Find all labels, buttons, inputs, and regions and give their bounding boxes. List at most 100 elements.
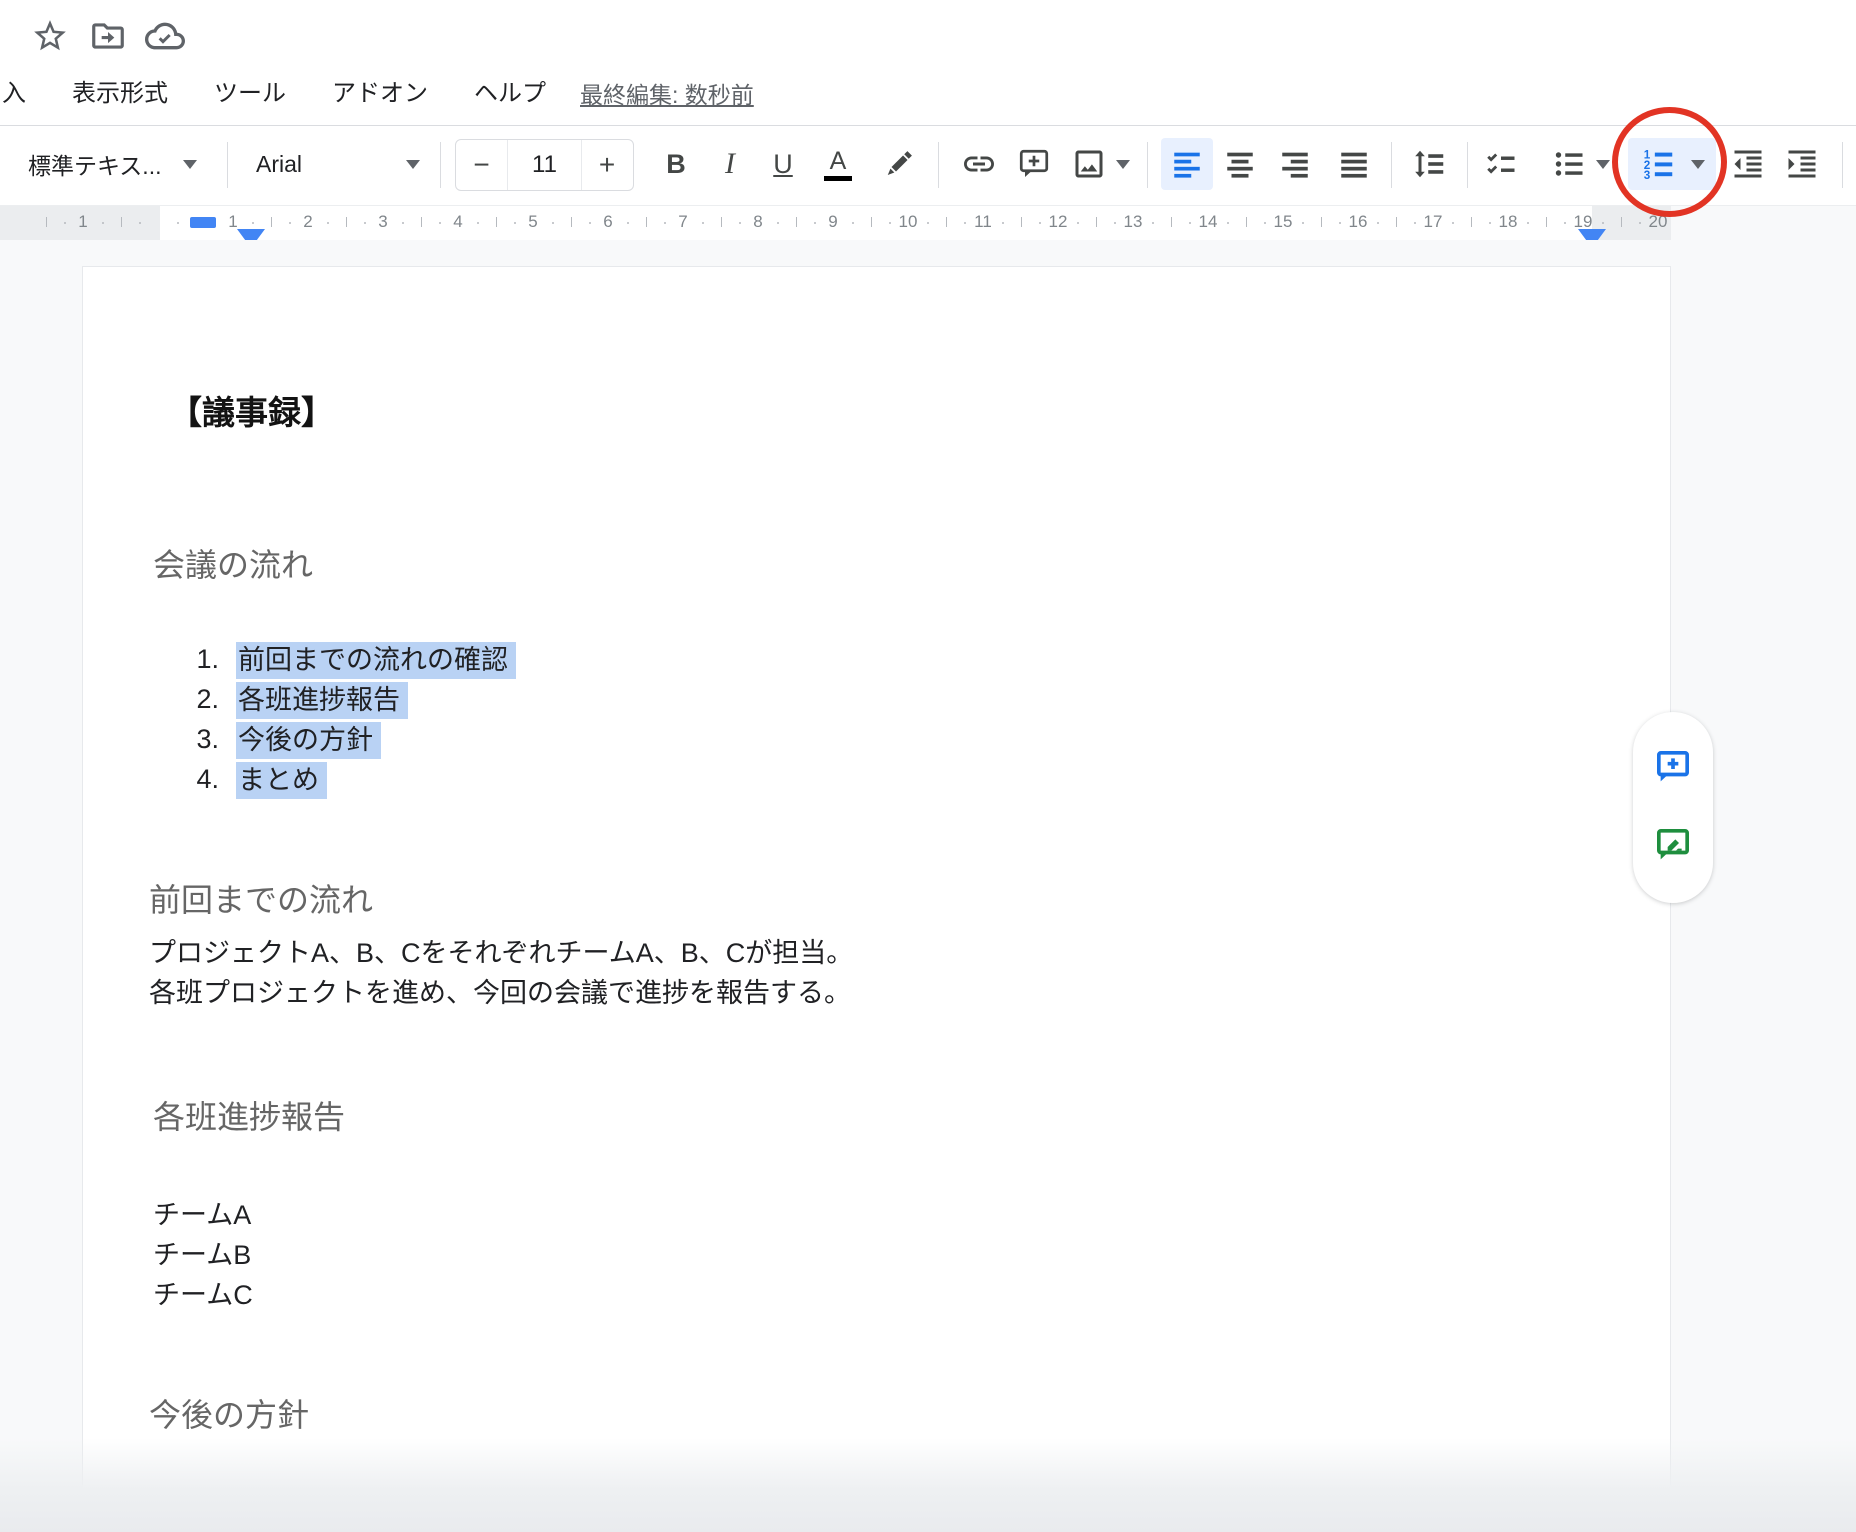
future-policy-heading[interactable]: 今後の方針 [149, 1393, 309, 1437]
ruler-number-13: 13 [1118, 212, 1148, 232]
ruler-number-15: 15 [1268, 212, 1298, 232]
document-page[interactable]: 【議事録】 会議の流れ 1.前回までの流れの確認2.各班進捗報告3.今後の方針4… [82, 266, 1671, 1532]
decrease-indent-button[interactable] [1726, 138, 1770, 190]
body-line-2[interactable]: 各班プロジェクトを進め、今回の会議で進捗を報告する。 [149, 973, 851, 1013]
chevron-down-icon [1691, 160, 1705, 169]
menu-bar: 入 表示形式 ツール アドオン ヘルプ 最終編集: 数秒前 [0, 62, 1856, 125]
numbered-list-icon: 123 [1639, 145, 1677, 183]
selected-text[interactable]: 今後の方針 [236, 722, 381, 759]
align-justify-button[interactable] [1332, 138, 1376, 190]
ruler-tick [1396, 217, 1397, 227]
plus-icon: + [599, 151, 615, 179]
folder-move-icon[interactable] [88, 16, 128, 56]
line-spacing-icon [1411, 146, 1447, 182]
align-center-button[interactable] [1218, 138, 1262, 190]
add-comment-icon [1653, 747, 1693, 787]
last-edited-link[interactable]: 最終編集: 数秒前 [580, 76, 754, 110]
doc-title[interactable]: 【議事録】 [169, 391, 334, 435]
align-right-button[interactable] [1273, 138, 1317, 190]
font-selector[interactable]: Arial [256, 138, 420, 190]
insert-link-button[interactable] [957, 138, 1001, 190]
star-icon[interactable] [30, 16, 70, 56]
font-size-group: − 11 + [455, 139, 634, 191]
ruler-tick [1321, 217, 1322, 227]
bold-button[interactable]: B [655, 138, 697, 190]
ruler-tick [46, 217, 47, 227]
align-left-button[interactable] [1161, 138, 1213, 190]
increase-indent-button[interactable] [1780, 138, 1824, 190]
list-number: 1. [167, 639, 219, 679]
ruler-dot [402, 222, 404, 224]
menu-item-4[interactable]: ヘルプ [474, 73, 546, 108]
paragraph-style-selector[interactable]: 標準テキス... [28, 138, 197, 190]
increase-font-size-button[interactable]: + [582, 140, 632, 190]
highlight-color-button[interactable] [877, 138, 921, 190]
italic-button[interactable]: I [709, 138, 751, 190]
ruler-dot [1302, 222, 1304, 224]
current-color-swatch [824, 176, 852, 181]
menu-item-2[interactable]: ツール [214, 73, 286, 108]
agenda-item-3[interactable]: 3. 今後の方針 [167, 719, 381, 759]
team-row-1[interactable]: チームA [153, 1195, 251, 1235]
team-row-3[interactable]: チームC [153, 1275, 253, 1315]
ruler: 11234567891011121314151617181920 [0, 205, 1856, 241]
ruler-margin-number: 1 [68, 212, 98, 232]
ruler-number-3: 3 [368, 212, 398, 232]
ruler-tick [1471, 217, 1472, 227]
ruler-dot [552, 222, 554, 224]
menu-item-3[interactable]: アドオン [332, 73, 428, 108]
bold-label: B [666, 149, 686, 180]
agenda-item-4[interactable]: 4. まとめ [167, 759, 327, 799]
selected-text[interactable]: まとめ [236, 762, 327, 799]
margin-tools-pill [1633, 712, 1713, 903]
toolbar-divider [938, 142, 939, 188]
ruler-tick [1246, 217, 1247, 227]
outdent-icon [1730, 146, 1766, 182]
line-spacing-button[interactable] [1407, 138, 1451, 190]
ruler-tick [1021, 217, 1022, 227]
font-size-input[interactable]: 11 [507, 140, 582, 190]
agenda-heading[interactable]: 会議の流れ [153, 543, 313, 587]
add-comment-margin-button[interactable] [1653, 747, 1693, 787]
underline-label: U [773, 149, 793, 180]
ruler-dot [1452, 222, 1454, 224]
ruler-number-14: 14 [1193, 212, 1223, 232]
text-color-button[interactable]: A [816, 138, 860, 190]
decrease-font-size-button[interactable]: − [456, 140, 507, 190]
text-color-label: A [830, 148, 847, 174]
list-number: 2. [167, 679, 219, 719]
numbered-list-button[interactable]: 123 [1628, 138, 1716, 190]
highlighter-icon [881, 146, 917, 182]
agenda-item-2[interactable]: 2. 各班進捗報告 [167, 679, 408, 719]
underline-button[interactable]: U [762, 138, 804, 190]
agenda-item-1[interactable]: 1. 前回までの流れの確認 [167, 639, 516, 679]
previous-flow-heading[interactable]: 前回までの流れ [149, 878, 373, 922]
ruler-tick [871, 217, 872, 227]
ruler-tick [571, 217, 572, 227]
selected-text[interactable]: 各班進捗報告 [236, 682, 408, 719]
selected-text[interactable]: 前回までの流れの確認 [236, 642, 516, 679]
toolbar-divider [1147, 142, 1148, 188]
toolbar-divider [1467, 142, 1468, 188]
progress-report-heading[interactable]: 各班進捗報告 [153, 1095, 345, 1139]
suggest-edit-icon [1653, 825, 1693, 865]
insert-image-button[interactable] [1067, 138, 1111, 190]
suggest-edits-button[interactable] [1653, 825, 1693, 865]
add-comment-button[interactable] [1012, 138, 1056, 190]
list-number: 3. [167, 719, 219, 759]
bulleted-list-menu-arrow[interactable] [1592, 138, 1614, 190]
toolbar-divider [227, 142, 228, 188]
ruler-dot [327, 222, 329, 224]
ruler-number-20: 20 [1643, 212, 1673, 232]
checklist-button[interactable] [1479, 138, 1523, 190]
body-line-1[interactable]: プロジェクトA、B、CをそれぞれチームA、B、Cが担当。 [149, 933, 853, 973]
list-number: 4. [167, 759, 219, 799]
insert-image-menu-arrow[interactable] [1113, 138, 1133, 190]
menu-item-1[interactable]: 表示形式 [72, 73, 168, 108]
bulleted-list-button[interactable] [1547, 138, 1591, 190]
google-docs-window: 入 表示形式 ツール アドオン ヘルプ 最終編集: 数秒前 標準テキス... Arial… [0, 0, 1856, 1532]
team-row-2[interactable]: チームB [153, 1235, 251, 1275]
first-line-indent-marker[interactable] [190, 217, 216, 228]
cloud-check-icon[interactable] [145, 16, 185, 56]
menu-item-0[interactable]: 入 [2, 73, 26, 108]
